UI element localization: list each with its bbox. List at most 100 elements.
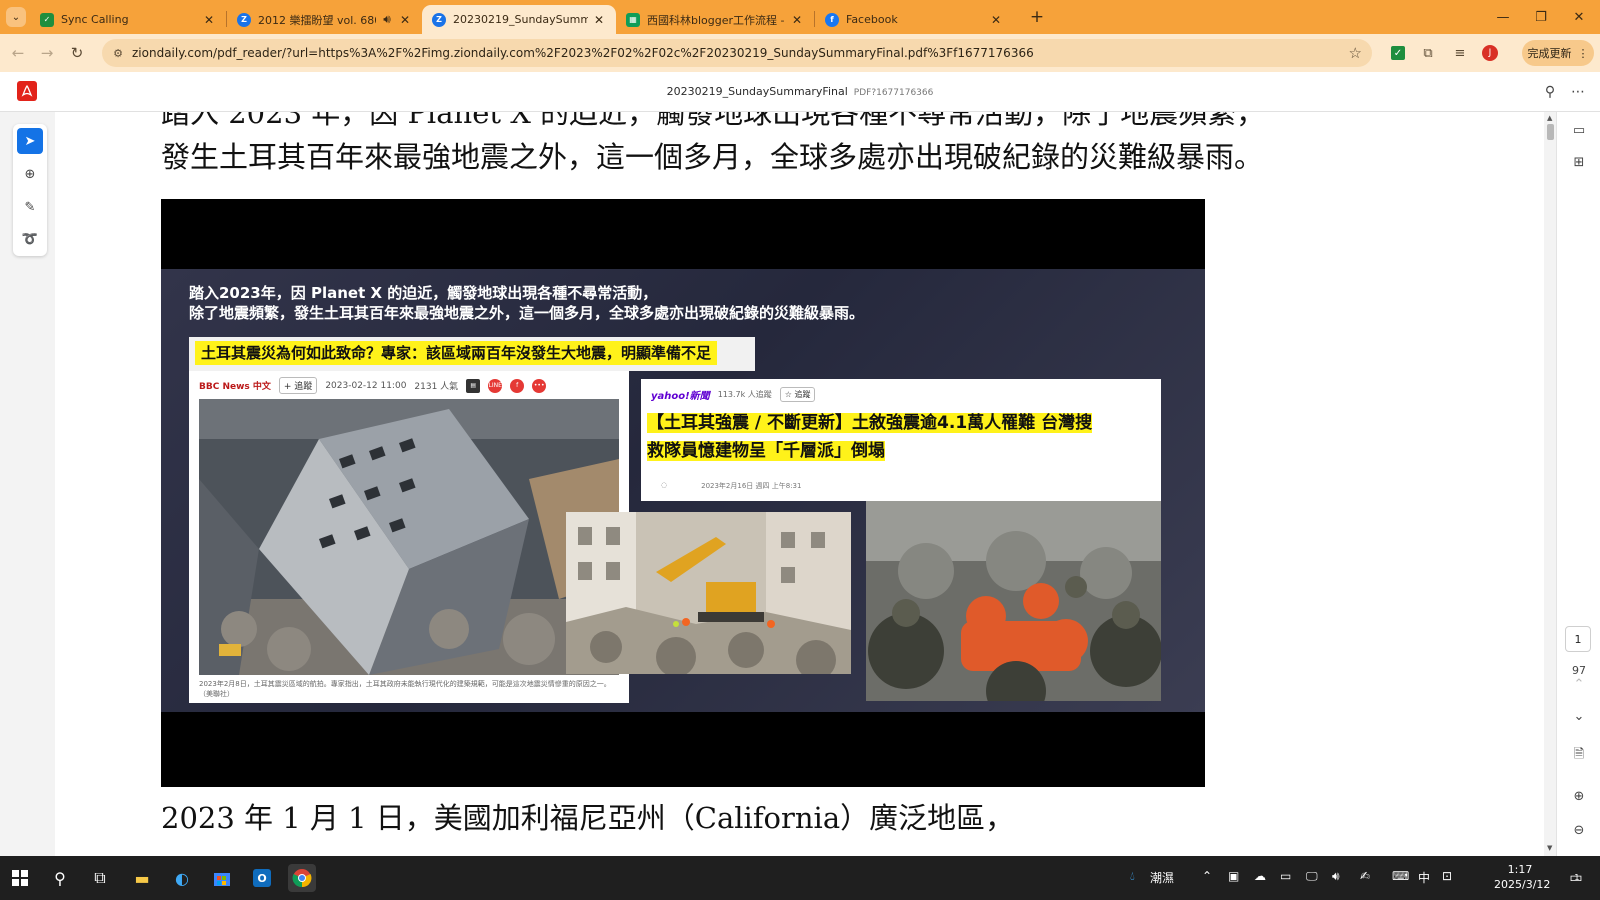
rescue-team-photo <box>866 501 1161 701</box>
restore-icon: ❐ <box>1535 9 1547 25</box>
google-sheets-favicon-icon: ▦ <box>626 12 640 27</box>
body-text-line: 2023 年 1 月 1 日，美國加利福尼亞州（California）廣泛地區， <box>161 801 1015 835</box>
tab-sync-calling[interactable]: ✓ Sync Calling ✕ <box>30 5 226 34</box>
zoom-in-icon[interactable]: ⊕ <box>1569 786 1589 806</box>
facebook-share-icon: f <box>510 378 525 393</box>
chrome-icon[interactable] <box>288 864 316 892</box>
page-up-chevron-icon[interactable]: ⌃ <box>1569 674 1589 694</box>
meet-now-icon[interactable]: ▣ <box>1228 869 1239 883</box>
plus-icon: + <box>1029 7 1045 27</box>
body-text-line: 踏入 2023 年，因 Planet X 的迫近，觸發地球出現各種不尋常活動，除… <box>161 112 1266 130</box>
site-info-icon[interactable]: ⚙ <box>110 45 126 61</box>
weather-drop-icon[interactable]: 💧︎ <box>1130 869 1135 884</box>
profile-initial: J <box>1482 45 1498 61</box>
bbc-date: 2023-02-12 11:00 <box>325 380 407 391</box>
more-options-icon[interactable]: ⋯ <box>1568 82 1588 102</box>
ime-mode[interactable]: 中 <box>1418 869 1430 886</box>
tab-title: Facebook <box>846 13 898 26</box>
update-button[interactable]: 完成更新 ⋮ <box>1522 40 1594 66</box>
comment-tool-button[interactable]: ⊕ <box>17 161 43 187</box>
scroll-thumb[interactable] <box>1547 124 1554 140</box>
volume-icon[interactable]: 🔊︎ <box>1332 869 1340 884</box>
comments-panel-icon[interactable]: ▭ <box>1569 120 1589 140</box>
thumbnails-grid-icon[interactable]: ⊞ <box>1569 152 1589 172</box>
current-page-input[interactable]: 1 <box>1565 626 1591 652</box>
ziondaily-favicon-icon: Z <box>237 12 251 27</box>
close-window-button[interactable]: ✕ <box>1568 6 1590 28</box>
scroll-up-arrow-icon[interactable]: ▲ <box>1547 114 1552 122</box>
outlook-icon[interactable]: O <box>248 864 276 892</box>
network-icon[interactable]: 🖵︎ <box>1306 869 1318 884</box>
minimize-button[interactable]: — <box>1492 6 1514 28</box>
reading-list-icon[interactable]: ≡ <box>1450 43 1470 63</box>
page-down-chevron-icon[interactable]: ⌄ <box>1569 706 1589 726</box>
pen-workspace-icon[interactable]: ✍ <box>1360 869 1370 883</box>
weather-text[interactable]: 潮濕 <box>1150 869 1174 886</box>
bookmark-star-icon[interactable]: ☆ <box>1349 44 1362 62</box>
system-clock[interactable]: 1:17 2025/3/12 <box>1494 862 1550 892</box>
task-view-icon[interactable]: ⧉ <box>86 864 114 892</box>
search-icon[interactable]: ⚲ <box>1540 82 1560 102</box>
news-collage-image: 踏入2023年，因 Planet X 的迫近，觸發地球出現各種不尋常活動， 除了… <box>161 199 1205 787</box>
pdf-viewer-area: ➤ ⊕ ✎ ➰ 踏入 2023 年，因 Planet X 的迫近，觸發地球出現各… <box>0 112 1600 866</box>
close-icon[interactable]: ✕ <box>202 13 216 27</box>
tab-title: 20230219_SundaySummaryFi <box>453 13 588 26</box>
line-share-icon: LINE <box>488 378 503 393</box>
new-tab-button[interactable]: + <box>1028 7 1046 27</box>
excavator-rubble-photo <box>566 512 851 674</box>
clock-time: 1:17 <box>1507 863 1533 876</box>
tray-overflow-chevron-icon[interactable]: ⌃ <box>1202 869 1212 883</box>
vertical-scrollbar[interactable]: ▲ ▼ <box>1544 112 1556 856</box>
yahoo-followers: 113.7k 人追蹤 <box>717 390 772 399</box>
windows-start-icon[interactable] <box>6 864 34 892</box>
yahoo-date: 2023年2月16日 週四 上午8:31 <box>701 482 802 490</box>
tab-vol-680[interactable]: Z 2012 樂擂盼望 vol. 680 — 🔊︎ ✕ <box>227 5 422 34</box>
search-icon[interactable]: ⚲ <box>46 864 74 892</box>
ziondaily-favicon-icon: Z <box>432 12 446 27</box>
yahoo-article-title: 【土耳其強震 / 不斷更新】土敘強震逾4.1萬人罹難 台灣搜 救隊員憶建物呈「千… <box>647 413 1093 461</box>
close-icon[interactable]: ✕ <box>398 13 412 27</box>
file-explorer-icon[interactable]: ▬ <box>128 864 156 892</box>
battery-icon[interactable]: ▭ <box>1280 869 1291 883</box>
collapsed-building-photo <box>199 399 619 675</box>
notification-center-icon[interactable]: ▭ 1 <box>1562 864 1590 892</box>
bbc-follow-label: + 追蹤 <box>278 377 318 394</box>
extension-check-icon[interactable]: ✓ <box>1388 43 1408 63</box>
microsoft-store-icon[interactable] <box>208 864 236 892</box>
pen-icon: ✎ <box>24 199 36 215</box>
close-icon[interactable]: ✕ <box>989 13 1003 27</box>
back-button[interactable]: ← <box>7 42 29 64</box>
speaker-icon[interactable]: 🔊︎ <box>380 12 394 27</box>
draw-tool-button[interactable]: ➰ <box>17 226 43 252</box>
ime-options-icon[interactable]: ⊡ <box>1442 869 1452 883</box>
tab-facebook[interactable]: f Facebook ✕ <box>815 5 1013 34</box>
zoom-out-icon[interactable]: ⊖ <box>1569 820 1589 840</box>
close-icon[interactable]: ✕ <box>790 13 804 27</box>
pdf-page: 踏入 2023 年，因 Planet X 的迫近，觸發地球出現各種不尋常活動，除… <box>55 112 1547 856</box>
windows-taskbar: ⚲ ⧉ ▬ ◐ O 💧︎ 潮濕 ⌃ ▣ ☁ ▭ 🖵︎ 🔊︎ ✍ ⌨ 中 ⊡ 1:… <box>0 856 1600 900</box>
edge-browser-icon[interactable]: ◐ <box>168 864 196 892</box>
tab-search-button[interactable]: ⌄ <box>6 7 26 27</box>
forward-button[interactable]: → <box>36 42 58 64</box>
profile-avatar[interactable]: J <box>1480 43 1500 63</box>
reload-button[interactable]: ↻ <box>66 42 88 64</box>
touch-keyboard-icon[interactable]: ⌨ <box>1392 869 1409 883</box>
more-vert-icon: ⋮ <box>1577 46 1589 60</box>
update-label: 完成更新 <box>1527 47 1572 60</box>
comment-icon: ◌ <box>661 481 668 489</box>
highlight-tool-button[interactable]: ✎ <box>17 194 43 220</box>
tab-sunday-summary[interactable]: Z 20230219_SundaySummaryFi ✕ <box>422 5 616 34</box>
tab-blogger-workflow[interactable]: ▦ 西國科林blogger工作流程 - Go ✕ <box>616 5 814 34</box>
close-icon[interactable]: ✕ <box>592 13 606 27</box>
address-bar[interactable]: ⚙ ziondaily.com/pdf_reader/?url=https%3A… <box>102 39 1372 67</box>
page-document-icon[interactable]: 🗎︎ <box>1569 746 1589 766</box>
bbc-article-card: 土耳其震災為何如此致命？專家：該區域兩百年沒發生大地震，明顯準備不足 BBC N… <box>189 337 755 703</box>
restore-button[interactable]: ❐ <box>1530 6 1552 28</box>
scroll-down-arrow-icon[interactable]: ▼ <box>1547 844 1552 852</box>
close-icon: ✕ <box>1573 9 1585 25</box>
bbc-photo-caption: 2023年2月8日，土耳其震災區域的航拍。專家指出，土耳其政府未能執行現代化的建… <box>199 680 611 698</box>
extensions-puzzle-icon[interactable]: ⧉ <box>1418 43 1438 63</box>
select-tool-button[interactable]: ➤ <box>17 128 43 154</box>
onedrive-cloud-icon[interactable]: ☁ <box>1254 869 1266 883</box>
lasso-icon: ➰ <box>21 231 39 247</box>
